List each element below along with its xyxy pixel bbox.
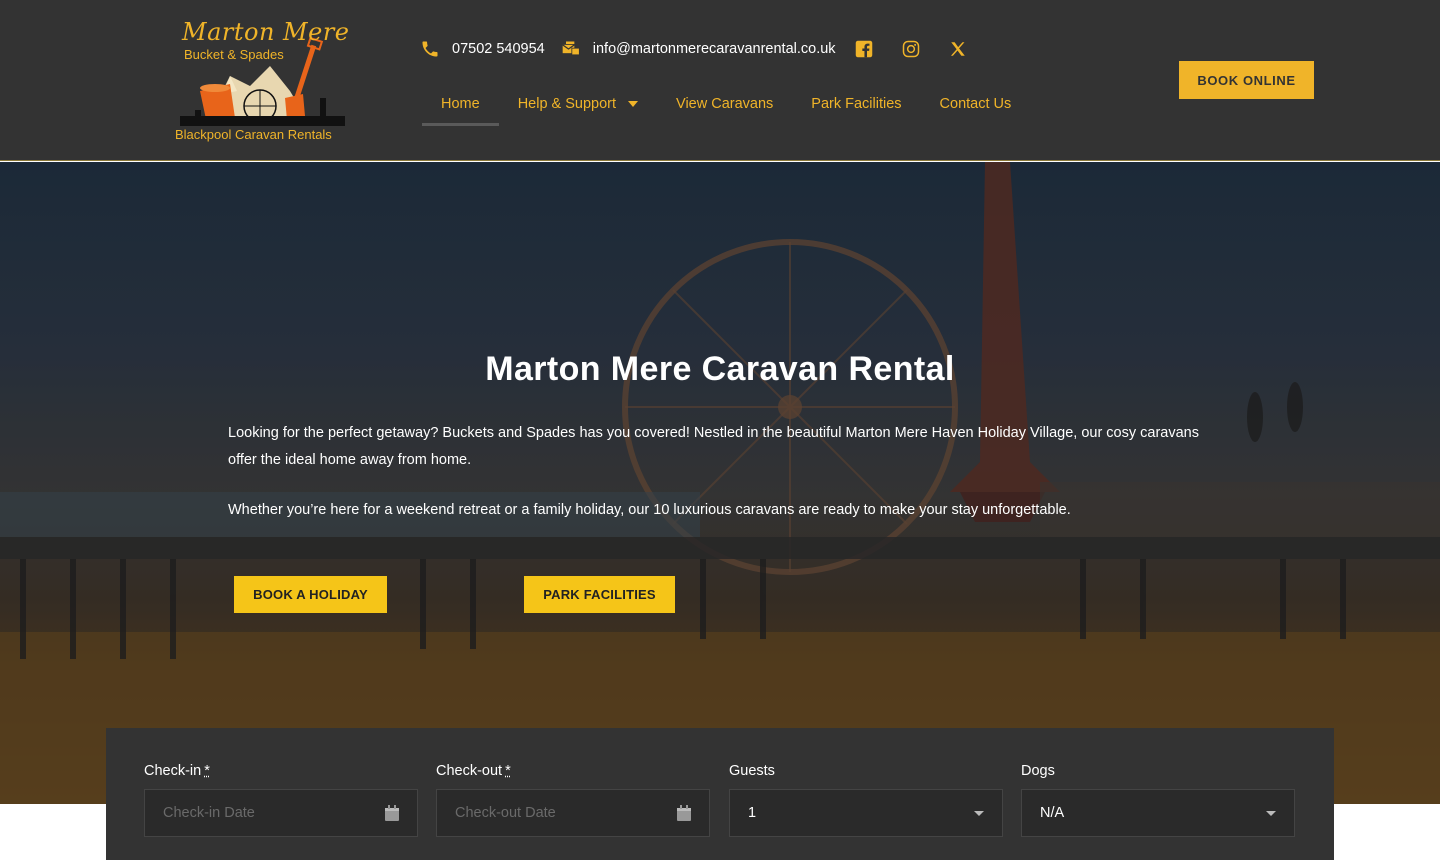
site-logo[interactable]: Marton Mere Bucket & Spades Blackpool Ca…: [170, 16, 350, 146]
checkout-placeholder: Check-out Date: [455, 805, 556, 821]
checkin-date-input[interactable]: Check-in Date: [144, 789, 418, 837]
phone-icon: [422, 41, 438, 57]
book-a-holiday-button[interactable]: BOOK A HOLIDAY: [234, 576, 387, 613]
hero-overlay: [0, 162, 1440, 804]
nav-home[interactable]: Home: [422, 84, 499, 126]
chevron-down-icon: [1266, 810, 1276, 816]
nav-home-label: Home: [441, 96, 480, 112]
park-facilities-button[interactable]: PARK FACILITIES: [524, 576, 675, 613]
guests-select[interactable]: 1: [729, 789, 1003, 837]
email-link[interactable]: info@martonmerecaravanrental.co.uk: [561, 39, 836, 59]
checkout-field: Check-out * Check-out Date: [436, 763, 710, 837]
facebook-icon[interactable]: [854, 39, 874, 59]
checkin-placeholder: Check-in Date: [163, 805, 255, 821]
guests-value: 1: [748, 805, 757, 821]
book-online-button[interactable]: BOOK ONLINE: [1179, 61, 1314, 99]
nav-contact-us[interactable]: Contact Us: [921, 84, 1031, 126]
logo-sub-text: Bucket & Spades: [184, 47, 284, 62]
checkin-label: Check-in *: [144, 763, 418, 783]
logo-script-text: Marton Mere: [182, 18, 350, 46]
nav-view-caravans-label: View Caravans: [676, 96, 774, 112]
email-address: info@martonmerecaravanrental.co.uk: [592, 41, 836, 57]
nav-help-support[interactable]: Help & Support: [499, 84, 657, 126]
checkin-label-text: Check-in: [144, 763, 202, 779]
calendar-icon: [385, 805, 399, 821]
nav-park-facilities-label: Park Facilities: [811, 96, 902, 112]
hero-title: Marton Mere Caravan Rental: [485, 350, 955, 388]
nav-help-support-label: Help & Support: [517, 96, 617, 112]
dogs-field: Dogs N/A: [1021, 763, 1295, 837]
dogs-label: Dogs: [1021, 763, 1055, 779]
checkout-label: Check-out *: [436, 763, 710, 783]
required-marker: *: [204, 763, 210, 779]
checkout-label-text: Check-out: [436, 763, 503, 779]
checkin-field: Check-in * Check-in Date: [144, 763, 418, 837]
chevron-down-icon: [974, 810, 984, 816]
dogs-value: N/A: [1040, 805, 1065, 821]
hero-section: Marton Mere Caravan Rental Looking for t…: [0, 162, 1440, 804]
nav-contact-us-label: Contact Us: [939, 96, 1012, 112]
hero-intro-paragraph: Looking for the perfect getaway? Buckets…: [228, 425, 1199, 468]
checkout-date-input[interactable]: Check-out Date: [436, 789, 710, 837]
required-marker: *: [505, 763, 511, 779]
dogs-select[interactable]: N/A: [1021, 789, 1295, 837]
nav-park-facilities[interactable]: Park Facilities: [792, 84, 920, 126]
main-nav: Home Help & Support View Caravans Park F…: [422, 84, 1030, 126]
booking-form: Check-in * Check-in Date Check-out * Check…: [106, 728, 1334, 860]
phone-link[interactable]: 07502 540954: [420, 39, 545, 59]
calendar-icon: [677, 805, 691, 821]
contact-bar: 07502 540954 info@martonmerecaravanrenta…: [420, 36, 995, 62]
guests-field: Guests 1: [729, 763, 1003, 837]
instagram-icon[interactable]: [901, 39, 921, 59]
nav-view-caravans[interactable]: View Caravans: [657, 84, 792, 126]
x-icon[interactable]: [948, 39, 968, 59]
site-header: Marton Mere Bucket & Spades Blackpool Ca…: [0, 0, 1440, 161]
logo-tagline: Blackpool Caravan Rentals: [175, 127, 332, 142]
hero-secondary-paragraph: Whether you’re here for a weekend retrea…: [228, 502, 1071, 518]
chevron-down-icon: [628, 101, 639, 107]
envelope-icon: [562, 41, 580, 56]
phone-number: 07502 540954: [452, 41, 545, 57]
guests-label: Guests: [729, 763, 775, 779]
